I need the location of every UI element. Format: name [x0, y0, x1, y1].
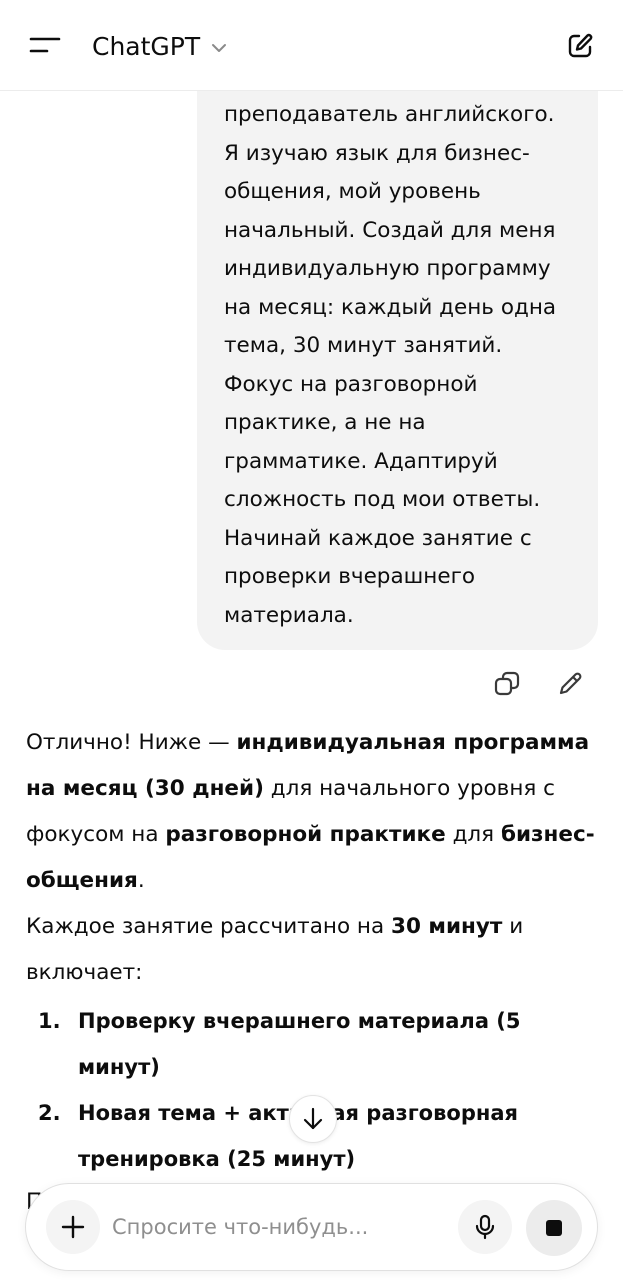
copy-button[interactable] [490, 667, 524, 701]
user-message-text: преподаватель английского. Я изучаю язык… [224, 102, 557, 628]
composer [25, 1183, 598, 1271]
model-selector[interactable]: ChatGPT [92, 26, 228, 66]
menu-button[interactable] [22, 26, 66, 66]
lesson-structure-list: 1. Проверку вчерашнего материала (5 мину… [26, 998, 601, 1182]
voice-input-button[interactable] [458, 1200, 512, 1254]
message-actions [490, 664, 600, 704]
plus-icon [61, 1215, 85, 1239]
edit-message-button[interactable] [554, 667, 588, 701]
new-chat-button[interactable] [560, 26, 600, 66]
list-item: 1. Проверку вчерашнего материала (5 мину… [38, 1009, 521, 1079]
add-attachment-button[interactable] [46, 1200, 100, 1254]
assistant-paragraph: Отлично! Ниже — индивидуальная программа… [26, 730, 595, 893]
scroll-to-bottom-button[interactable] [289, 1095, 337, 1143]
new-chat-icon [568, 33, 593, 58]
chat-screen: преподаватель английского. Я изучаю язык… [0, 0, 623, 1280]
copy-icon [494, 671, 520, 696]
user-message-bubble: преподаватель английского. Я изучаю язык… [197, 40, 598, 650]
message-input[interactable] [112, 1206, 452, 1248]
menu-icon [29, 37, 61, 53]
app-title: ChatGPT [92, 31, 201, 61]
pencil-icon [559, 672, 582, 695]
assistant-paragraph: Каждое занятие рассчитано на 30 минут и … [26, 914, 524, 985]
top-bar: ChatGPT [0, 0, 623, 91]
chevron-down-icon [212, 44, 227, 52]
arrow-down-icon [303, 1107, 323, 1130]
stop-icon [546, 1220, 562, 1236]
microphone-icon [475, 1214, 495, 1240]
stop-generating-button[interactable] [526, 1200, 582, 1256]
